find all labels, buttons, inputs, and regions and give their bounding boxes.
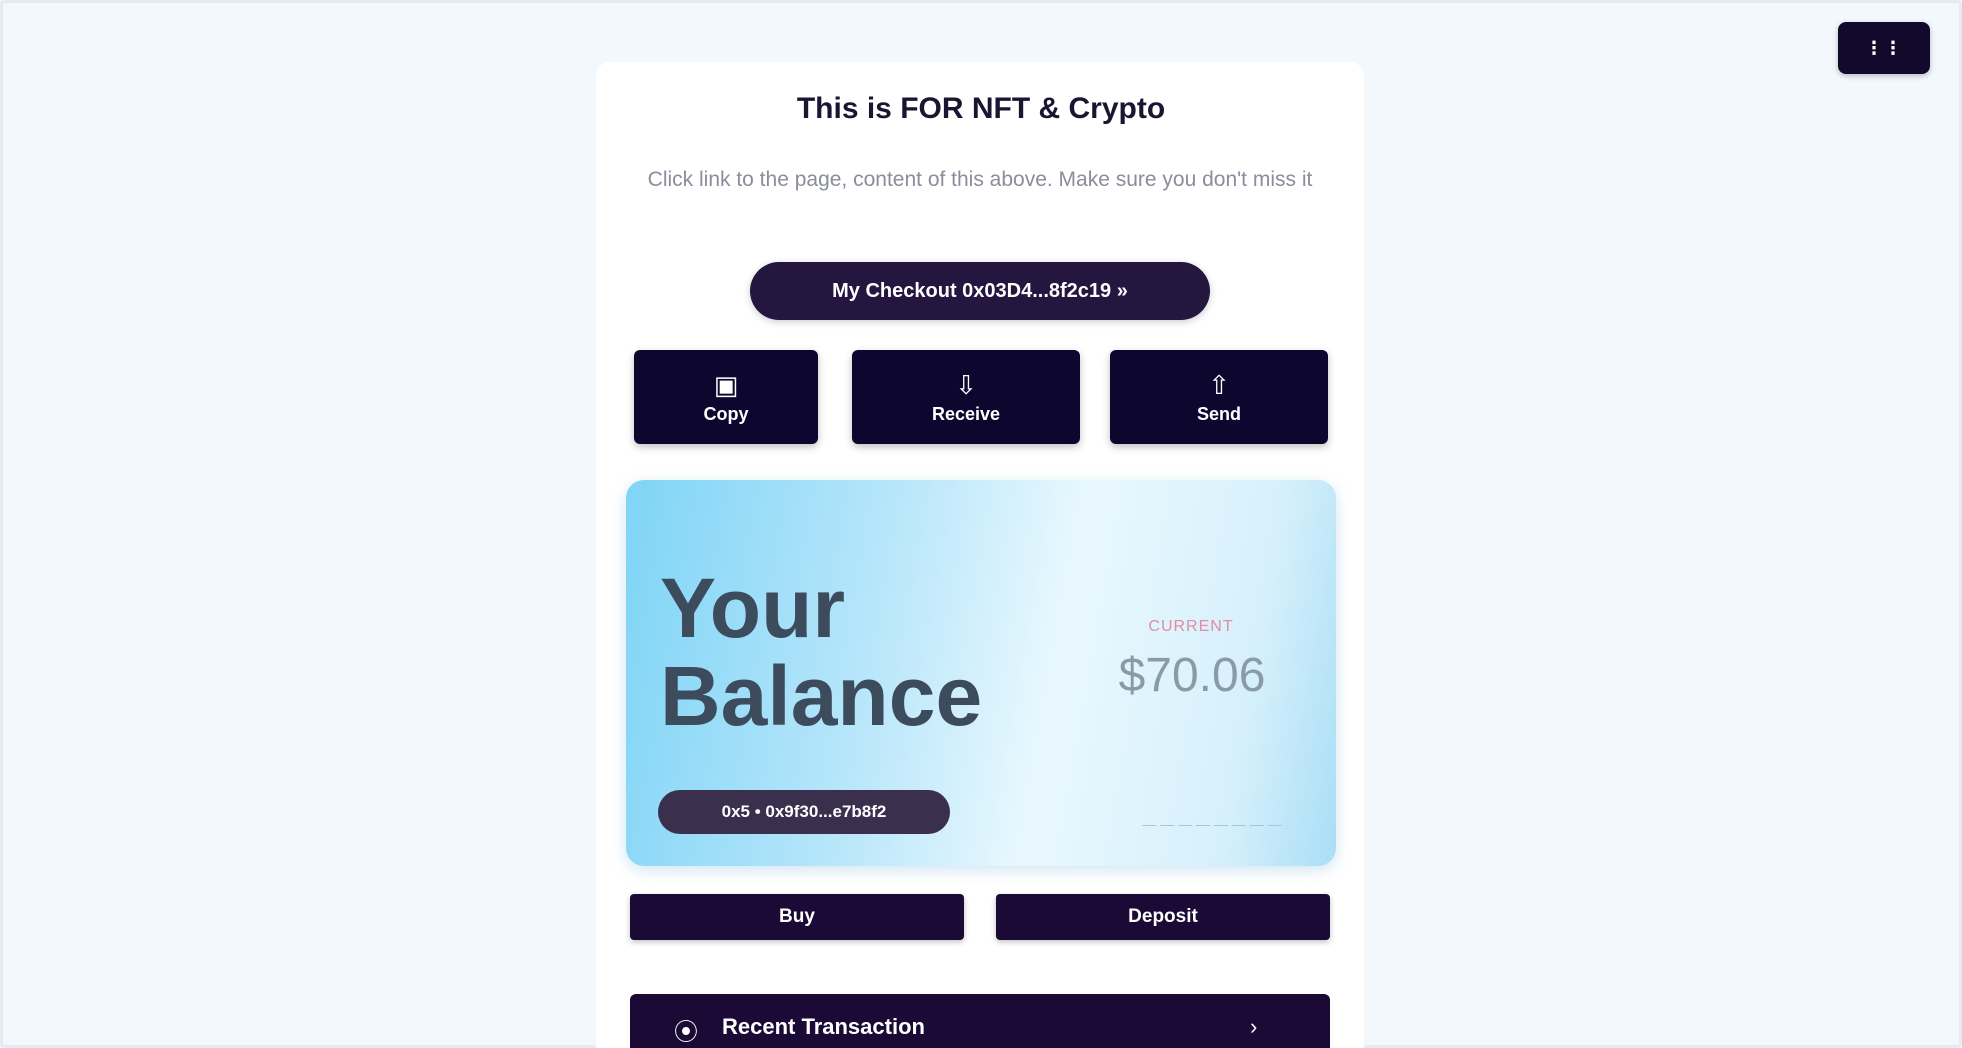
page-subtitle: Click link to the page, content of this … xyxy=(647,168,1313,191)
deposit-button[interactable]: Deposit xyxy=(996,894,1330,940)
chevron-right-icon: › xyxy=(1250,1014,1258,1039)
balance-title-line1: Your xyxy=(660,561,846,655)
send-button[interactable]: ⇧ Send xyxy=(1110,350,1328,444)
balance-footer: — — — — — — — — xyxy=(1142,816,1282,832)
send-label: Send xyxy=(1196,403,1241,424)
grid-icon: ⋮⋮ xyxy=(1865,37,1903,58)
checkout-link-button[interactable]: My Checkout 0x03D4...8f2c19 » xyxy=(750,262,1210,320)
balance-card: Your Balance CURRENT $70.06 0x5 • 0x9f30… xyxy=(626,480,1336,866)
chart-icon: ⦿ xyxy=(674,1019,698,1046)
balance-label: CURRENT xyxy=(1148,618,1234,635)
send-icon: ⇧ xyxy=(1208,369,1230,400)
receive-button[interactable]: ⇩ Receive xyxy=(852,350,1080,444)
copy-button[interactable]: ▣ Copy xyxy=(634,350,818,444)
copy-label: Copy xyxy=(703,403,749,424)
section-title: Recent Transaction xyxy=(722,1014,925,1039)
balance-amount: $70.06 xyxy=(1118,649,1266,702)
recent-transaction-header[interactable]: ⦿ Recent Transaction › xyxy=(630,994,1330,1048)
balance-title: Your Balance xyxy=(660,564,982,740)
wallet-address-pill[interactable]: 0x5 • 0x9f30...e7b8f2 xyxy=(658,790,950,834)
page-title: This is FOR NFT & Crypto xyxy=(796,92,1166,125)
receive-icon: ⇩ xyxy=(955,369,977,400)
balance-title-line2: Balance xyxy=(660,649,983,743)
buy-button[interactable]: Buy xyxy=(630,894,964,940)
wallet-icon: ▣ xyxy=(713,369,739,400)
receive-label: Receive xyxy=(931,403,1001,424)
menu-button[interactable]: ⋮⋮ xyxy=(1838,22,1930,74)
